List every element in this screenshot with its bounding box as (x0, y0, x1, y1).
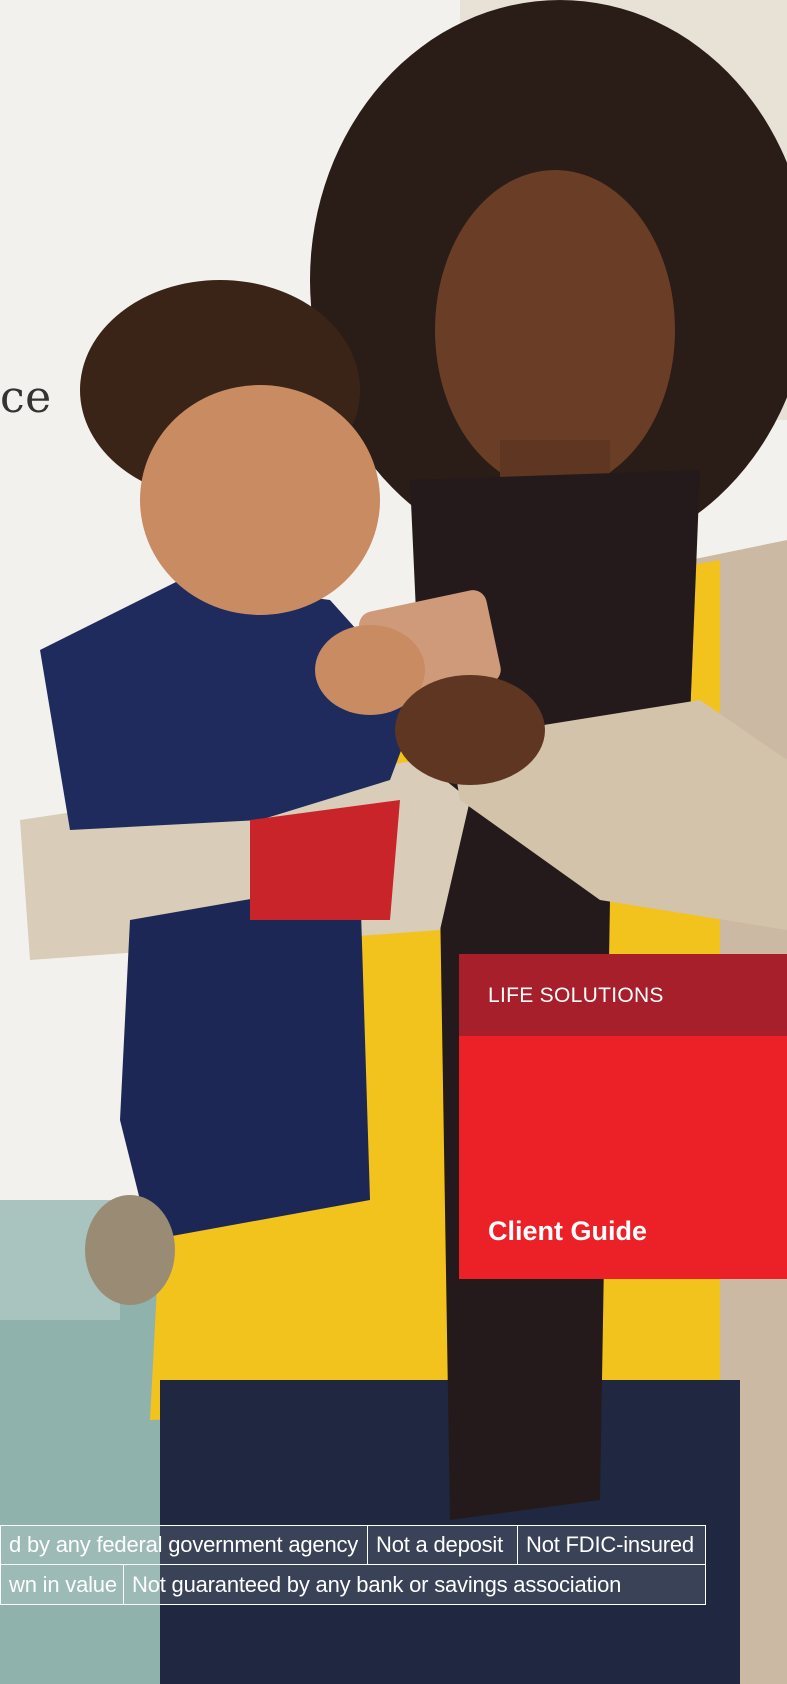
title-panel-body: Client Guide (459, 1036, 787, 1279)
disclaimer-row: wn in value Not guaranteed by any bank o… (0, 1565, 706, 1605)
title-panel: LIFE SOLUTIONS Client Guide (459, 954, 787, 1279)
disclaimer-row: d by any federal government agency Not a… (0, 1525, 706, 1565)
disclaimer-cell: Not a deposit (368, 1525, 518, 1565)
cover-title-fragment: ce (0, 372, 52, 423)
disclaimer-cell: Not FDIC-insured (518, 1525, 706, 1565)
section-label: LIFE SOLUTIONS (459, 954, 787, 1036)
cover-photo (0, 0, 787, 1684)
client-guide-label: Client Guide (488, 1216, 648, 1246)
disclaimer-cell: Not guaranteed by any bank or savings as… (124, 1565, 706, 1605)
disclaimer-cell: wn in value (0, 1565, 124, 1605)
disclaimer-box: d by any federal government agency Not a… (0, 1525, 706, 1605)
disclaimer-cell: d by any federal government agency (0, 1525, 368, 1565)
